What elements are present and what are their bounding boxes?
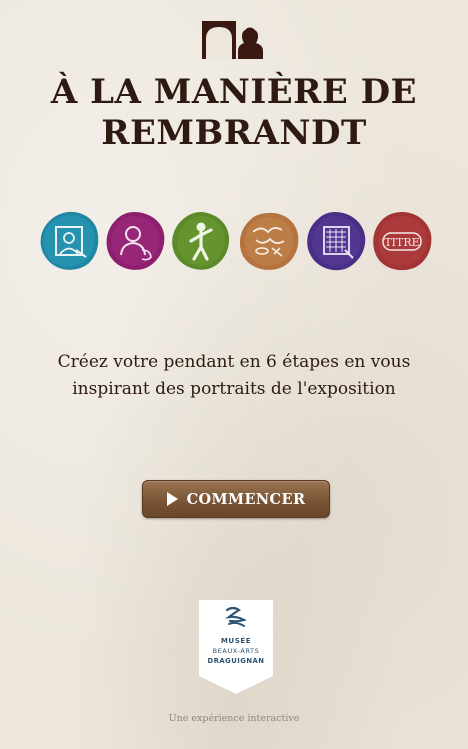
tagline: Créez votre pendant en 6 étapes en vous …	[20, 349, 448, 403]
step-3-pose-figure-icon[interactable]	[170, 210, 232, 272]
steps-row: TITRE	[0, 210, 468, 274]
start-button-label: COMMENCER	[186, 490, 306, 508]
step-4-costume-sketch-icon[interactable]	[238, 210, 300, 272]
start-button[interactable]: COMMENCER	[142, 480, 330, 518]
step-2-bust-portrait-icon[interactable]	[104, 210, 166, 272]
step-1-frame-portrait-icon[interactable]	[38, 210, 100, 272]
museum-name-line-3: DRAGUIGNAN	[207, 657, 265, 665]
tagline-line-2: inspirant des portraits de l'exposition	[72, 379, 396, 399]
title-line-2: REMBRANDT	[101, 113, 367, 153]
step-5-background-hatch-icon[interactable]	[305, 210, 367, 272]
play-icon	[166, 492, 178, 506]
portrait-pair-icon	[202, 21, 270, 61]
title-line-1: À LA MANIÈRE DE	[50, 72, 418, 112]
museum-logo[interactable]: MUSÉE BEAUX-ARTS DRAGUIGNAN	[199, 600, 273, 694]
step-6-label: TITRE	[384, 236, 419, 249]
tagline-line-1: Créez votre pendant en 6 étapes en vous	[57, 352, 411, 372]
footer-text: Une expérience interactive	[168, 713, 300, 724]
museum-name-line-1: MUSÉE	[220, 637, 252, 645]
step-6-title-text-icon[interactable]: TITRE	[371, 210, 433, 272]
page-title: À LA MANIÈRE DE REMBRANDT	[0, 72, 468, 154]
museum-name-line-2: BEAUX-ARTS	[212, 647, 260, 655]
